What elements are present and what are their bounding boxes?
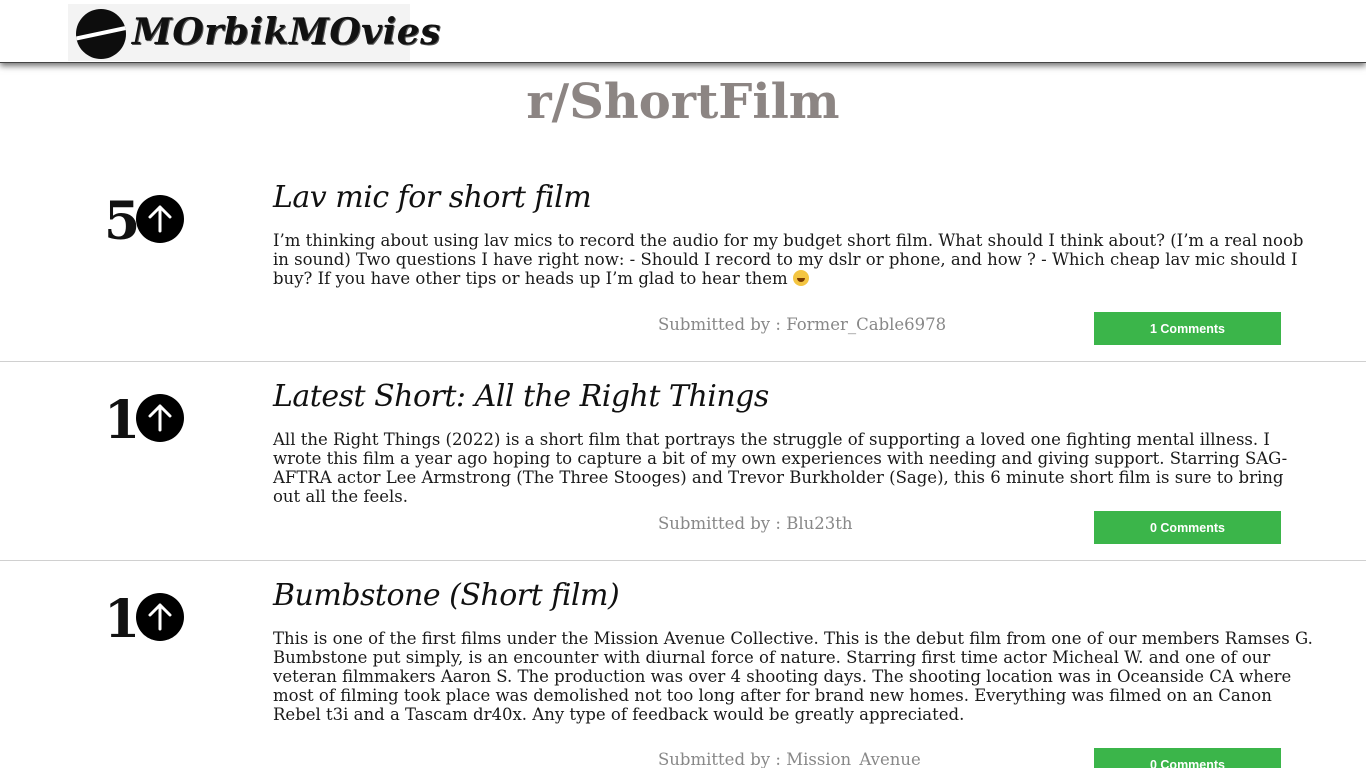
post-card: 1 Bumbstone (Short film) This is one of … (0, 561, 1366, 768)
brand-name: MOrbikMOvies (132, 11, 441, 53)
comments-button[interactable]: 0 Comments (1094, 511, 1281, 544)
arrow-up-icon (148, 404, 172, 432)
submitted-prefix: Submitted by : (658, 315, 787, 334)
comments-button[interactable]: 0 Comments (1094, 748, 1281, 768)
submitted-prefix: Submitted by : (658, 750, 787, 768)
post-body: This is one of the first films under the… (273, 629, 1313, 724)
site-header: MOrbikMOvies (0, 0, 1366, 63)
post-body: All the Right Things (2022) is a short f… (273, 430, 1288, 506)
post-card: 5 Lav mic for short film I’m thinking ab… (0, 166, 1366, 362)
upvote-button[interactable] (136, 593, 184, 641)
post-author[interactable]: Blu23th (786, 514, 852, 533)
post-title[interactable]: Lav mic for short film (273, 180, 592, 215)
arrow-up-icon (148, 205, 172, 233)
post-card: 1 Latest Short: All the Right Things All… (0, 362, 1366, 561)
upvote-button[interactable] (136, 394, 184, 442)
post-title[interactable]: Latest Short: All the Right Things (273, 379, 769, 414)
comments-button[interactable]: 1 Comments (1094, 312, 1281, 345)
submitted-by: Submitted by : Blu23th (658, 514, 852, 533)
post-score: 5 (104, 191, 141, 252)
post-body-text: I’m thinking about using lav mics to rec… (273, 231, 1304, 288)
submitted-prefix: Submitted by : (658, 514, 787, 533)
arrow-up-icon (148, 603, 172, 631)
page-title: r/ShortFilm (526, 74, 840, 130)
post-title[interactable]: Bumbstone (Short film) (273, 578, 620, 613)
submitted-by: Submitted by : Mission_Avenue (658, 750, 921, 768)
film-reel-icon (76, 9, 126, 59)
post-body: I’m thinking about using lav mics to rec… (273, 231, 1313, 288)
post-author[interactable]: Mission_Avenue (786, 750, 921, 768)
site-logo[interactable]: MOrbikMOvies (68, 4, 440, 61)
submitted-by: Submitted by : Former_Cable6978 (658, 315, 946, 334)
post-score: 1 (104, 390, 141, 451)
grinning-face-icon (792, 270, 809, 286)
post-author[interactable]: Former_Cable6978 (786, 315, 946, 334)
upvote-button[interactable] (136, 195, 184, 243)
post-score: 1 (104, 589, 141, 650)
